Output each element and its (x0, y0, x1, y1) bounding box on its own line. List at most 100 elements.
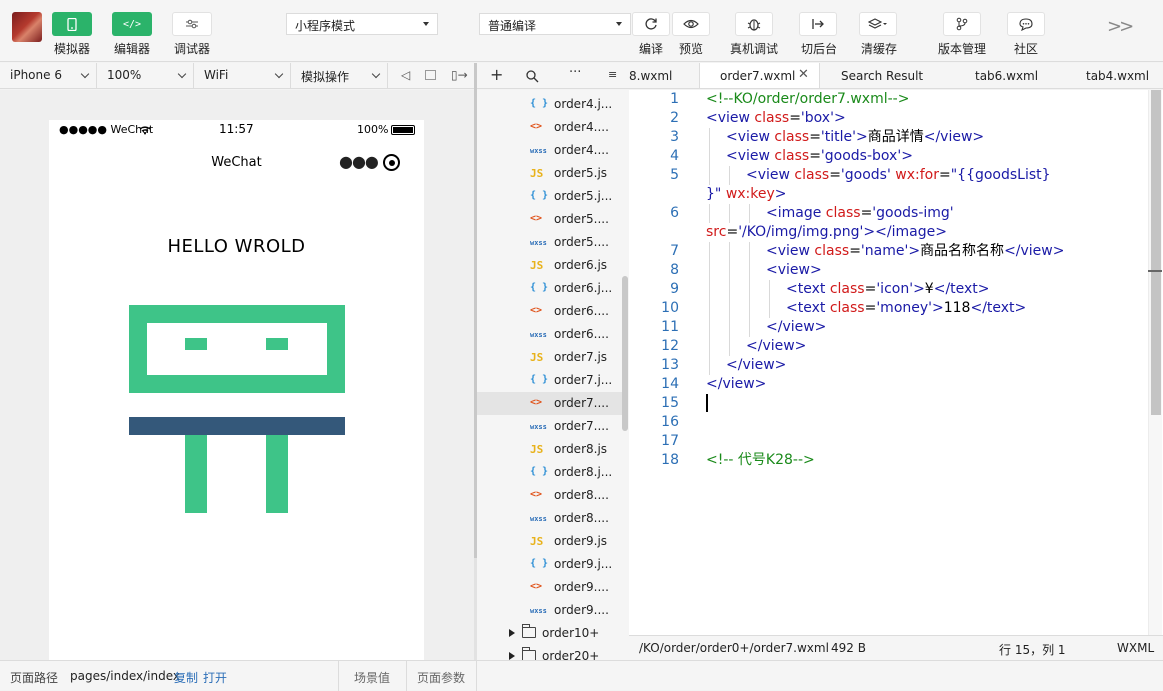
user-avatar[interactable] (12, 12, 42, 42)
compile-mode-select[interactable]: 普通编译 (479, 13, 631, 35)
more-dots-icon[interactable]: ●●● (339, 152, 379, 171)
code-editor[interactable]: 1 <!--KO/order/order7.wxml--> 2 <view class… (629, 90, 1163, 635)
tab-order7-wxml[interactable]: order7.wxml ✕ (699, 63, 820, 88)
remote-debug-button[interactable] (735, 12, 773, 36)
tab-8-wxml[interactable]: 8.wxml (629, 63, 699, 88)
version-control-button[interactable] (943, 12, 981, 36)
file-item[interactable]: <> order7.... (477, 392, 622, 415)
file-item[interactable]: <> order9.... (477, 576, 622, 599)
js-file-icon: JS (530, 535, 544, 548)
file-item[interactable]: <> order6.... (477, 300, 622, 323)
indent-guide (709, 337, 710, 356)
main-toolbar: 模拟器 </> 编辑器 调试器 小程序模式 普通编译 编译 预览 真机调试 切后… (0, 0, 1163, 62)
file-item[interactable]: wxss order7.... (477, 415, 622, 438)
file-name: order8.js (554, 442, 608, 456)
zoom-select[interactable]: 100% (97, 63, 194, 89)
file-tree-scrollbar[interactable] (622, 276, 628, 431)
code-line: 4 <view class='goods-box'> (629, 147, 1149, 166)
mode-select[interactable]: 小程序模式 (286, 13, 438, 35)
simulator-toggle-button[interactable] (52, 12, 92, 36)
close-target-icon[interactable] (383, 154, 400, 171)
file-item[interactable]: { } order8.j... (477, 461, 622, 484)
search-icon[interactable] (526, 70, 539, 83)
open-link[interactable]: 打开 (203, 669, 227, 686)
window-icon[interactable] (425, 70, 436, 80)
plus-icon[interactable]: + (490, 65, 503, 84)
detach-icon[interactable]: ▯→ (451, 68, 468, 82)
caret-down-icon (423, 22, 429, 26)
compile-button[interactable] (632, 12, 670, 36)
line-number: 6 (670, 205, 679, 221)
file-item[interactable]: JS order8.js (477, 438, 622, 461)
code-text: </view> (726, 357, 787, 373)
wxss-file-icon: wxss (530, 147, 547, 155)
folder-item[interactable]: order10+ (477, 622, 622, 645)
file-item[interactable]: JS order9.js (477, 530, 622, 553)
file-item[interactable]: { } order5.j... (477, 185, 622, 208)
page-params-button[interactable]: 页面参数 (417, 669, 465, 686)
file-item[interactable]: wxss order4.... (477, 139, 622, 162)
double-chevron-right-icon[interactable]: >> (1107, 16, 1134, 37)
caret-right-icon[interactable] (509, 629, 515, 637)
editor-toggle-button[interactable]: </> (112, 12, 152, 36)
debugger-toggle-button[interactable] (172, 12, 212, 36)
tab-label: tab6.wxml (975, 69, 1039, 83)
folder-item[interactable]: order20+ (477, 645, 622, 660)
tab-search-result[interactable]: Search Result (841, 63, 923, 88)
tab-tab6-wxml[interactable]: tab6.wxml (975, 63, 1039, 88)
preview-button[interactable] (672, 12, 710, 36)
speaker-icon[interactable]: ◁ (401, 68, 410, 82)
caret-right-icon[interactable] (509, 652, 515, 660)
simulator-area: ●●●●● WeChat 11:57 100% WeChat ●●● HELLO… (0, 90, 474, 660)
file-item[interactable]: wxss order6.... (477, 323, 622, 346)
clear-cache-button[interactable] (859, 12, 897, 36)
code-icon: </> (122, 18, 142, 30)
folder-icon (522, 647, 536, 660)
device-select[interactable]: iPhone 6 (0, 63, 97, 89)
line-number: 14 (661, 376, 679, 392)
file-item[interactable]: wxss order5.... (477, 231, 622, 254)
ellipsis-icon[interactable]: ··· (569, 65, 581, 80)
file-item[interactable]: { } order7.j... (477, 369, 622, 392)
file-item[interactable]: wxss order8.... (477, 507, 622, 530)
eye-icon (683, 19, 699, 29)
background-button[interactable] (799, 12, 837, 36)
file-item[interactable]: <> order8.... (477, 484, 622, 507)
code-text: <view class='box'> (706, 110, 846, 126)
file-item[interactable]: <> order4.... (477, 116, 622, 139)
indent-guide (709, 299, 710, 318)
file-item[interactable]: { } order6.j... (477, 277, 622, 300)
code-line: 5 <view class='goods' wx:for="{{goodsList… (629, 166, 1149, 185)
file-item[interactable]: { } order4.j... (477, 93, 622, 116)
scene-value-button[interactable]: 场景值 (354, 669, 390, 686)
phone-screen: ●●●●● WeChat 11:57 100% WeChat ●●● HELLO… (49, 120, 424, 660)
indent-guide (729, 299, 730, 318)
file-item[interactable]: JS order5.js (477, 162, 622, 185)
file-name: order6.js (554, 258, 608, 272)
file-name: order9.j... (554, 557, 613, 571)
indent-guide (729, 261, 730, 280)
language-mode[interactable]: WXML (1117, 641, 1154, 655)
file-item[interactable]: { } order9.j... (477, 553, 622, 576)
file-path: /KO/order/order0+/order7.wxml (639, 641, 829, 655)
code-line: 6 <image class='goods-img' (629, 204, 1149, 223)
file-item[interactable]: JS order7.js (477, 346, 622, 369)
file-item[interactable]: wxss order9.... (477, 599, 622, 622)
copy-link[interactable]: 复制 (174, 669, 198, 686)
community-button[interactable] (1007, 12, 1045, 36)
file-name: order8.... (554, 488, 609, 502)
indent-guide (709, 261, 710, 280)
code-line: 15 (629, 394, 1149, 413)
editor-scrollbar[interactable] (1148, 90, 1162, 635)
scrollbar-cursor-marker (1148, 270, 1162, 272)
file-item[interactable]: JS order6.js (477, 254, 622, 277)
network-select[interactable]: WiFi (194, 63, 291, 89)
simulate-ops-select[interactable]: 模拟操作 (291, 63, 388, 89)
close-icon[interactable]: ✕ (798, 67, 809, 82)
file-name: order4.... (554, 143, 609, 157)
collapse-list-icon[interactable]: ≡ (608, 68, 617, 81)
tab-tab4-wxml[interactable]: tab4.wxml (1086, 63, 1149, 88)
cursor-position[interactable]: 行 15，列 1 (999, 641, 1066, 658)
code-line: 12 </view> (629, 337, 1149, 356)
file-item[interactable]: <> order5.... (477, 208, 622, 231)
